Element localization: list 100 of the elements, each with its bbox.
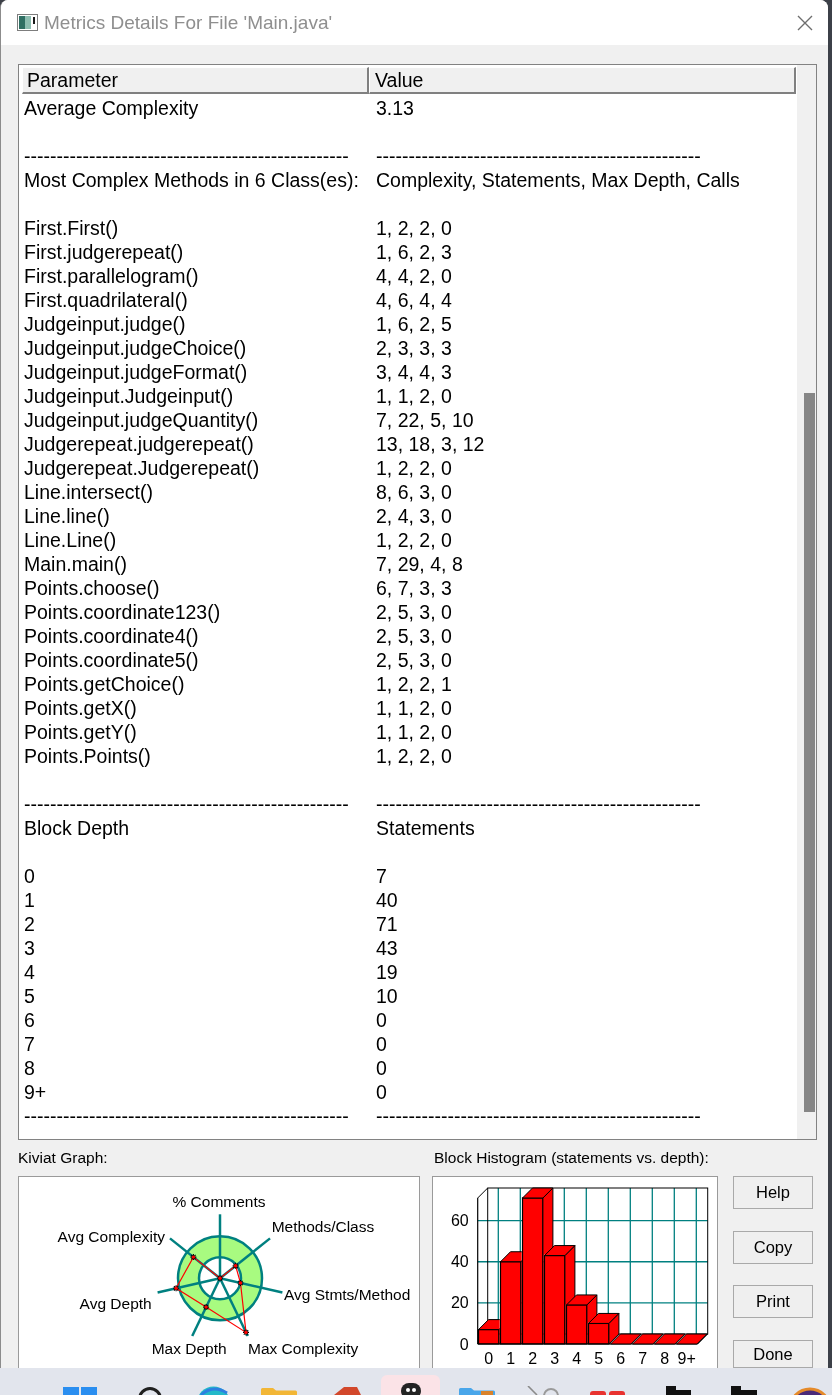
axis-label: Max Complexity [248, 1340, 359, 1357]
axis-label: Methods/Class [271, 1218, 375, 1235]
column-header[interactable]: Parameter [22, 67, 369, 94]
data-point [236, 1279, 245, 1287]
table-cell-text: Judgeinput.judgeQuantity() [24, 408, 260, 432]
table-cell-text: 1 [24, 888, 36, 912]
table-cell-text: 19 [376, 960, 399, 984]
table-cell-text: Points.getX() [24, 696, 138, 720]
dialog-button[interactable]: Done [733, 1339, 813, 1368]
table-cell-text: Line.intersect() [24, 480, 154, 504]
table-cell-text: 8, 6, 3, 0 [376, 480, 453, 504]
table-cell-text: 0 [24, 864, 36, 888]
window-title: Metrics Details For File 'Main.java' [44, 10, 333, 35]
table-cell-text: Points.coordinate123() [24, 600, 222, 624]
table-cell-text: Points.getY() [24, 720, 138, 744]
data-point [242, 1328, 250, 1336]
table-cell-text: First.First() [24, 216, 120, 240]
category-label: 8 [660, 1349, 670, 1367]
table-cell-text: Points.getChoice() [24, 672, 186, 696]
dialog-button[interactable]: Copy [733, 1230, 813, 1264]
category-label: 2 [528, 1349, 538, 1367]
category-label: 7 [638, 1349, 648, 1367]
table-cell-text: 1, 1, 2, 0 [376, 696, 453, 720]
dialog-button[interactable]: Help [733, 1176, 813, 1209]
table-cell-text: 4, 6, 4, 4 [376, 288, 453, 312]
table-cell-text: 1, 2, 2, 0 [376, 216, 453, 240]
table-cell-text: Most Complex Methods in 6 Class(es): [24, 168, 360, 192]
table-cell-text: 2, 5, 3, 0 [376, 624, 453, 648]
table-cell-text: Judgerepeat.judgerepeat() [24, 432, 255, 456]
taskbar-button[interactable] [381, 1375, 440, 1395]
table-cell-text: Judgeinput.Judgeinput() [24, 384, 235, 408]
dialog-button[interactable]: Print [733, 1285, 813, 1318]
table-cell-text: Points.coordinate5() [24, 648, 200, 672]
category-label: 3 [550, 1349, 560, 1367]
table-cell-text: Judgerepeat.Judgerepeat() [24, 456, 261, 480]
folder-icon [459, 1388, 495, 1395]
start-icon [63, 1387, 97, 1395]
table-cell-text: 1, 2, 2, 0 [376, 456, 453, 480]
table-cell-text: -------------------------------------------------- [376, 144, 702, 168]
table-cell-text: First.parallelogram() [24, 264, 200, 288]
table-cell-text: 3, 4, 4, 3 [376, 360, 453, 384]
scrollbar-thumb[interactable] [804, 393, 815, 1112]
table-cell-text: Complexity, Statements, Max Depth, Calls [376, 168, 741, 192]
axis-label: Avg Depth [79, 1295, 152, 1312]
table-cell-text: 3.13 [376, 96, 415, 120]
table-cell-text: Line.line() [24, 504, 111, 528]
axis-label: Avg Stmts/Method [284, 1285, 411, 1303]
table-cell-text: 43 [376, 936, 399, 960]
table-cell-text: Points.Points() [24, 744, 152, 768]
category-label: 4 [572, 1349, 582, 1367]
data-point [189, 1253, 197, 1261]
category-label: 5 [594, 1349, 604, 1367]
table-cell-text: 1, 1, 2, 0 [376, 384, 453, 408]
graph-title: Kiviat Graph: [18, 1149, 108, 1167]
category-label: 9+ [677, 1349, 696, 1367]
table-cell-text: 1, 6, 2, 3 [376, 240, 453, 264]
data-point [216, 1274, 224, 1282]
table-cell-text: Block Depth [24, 816, 131, 840]
table-cell-text: 0 [376, 1032, 388, 1056]
table-cell-text: Main.main() [24, 552, 128, 576]
table-cell-text: 0 [376, 1080, 388, 1104]
axis-label: Avg Complexity [57, 1228, 165, 1245]
table-cell-text: 13, 18, 3, 12 [376, 432, 486, 456]
table-cell-text: 40 [376, 888, 399, 912]
app-icon [731, 1386, 757, 1395]
table-cell-text: 0 [376, 1008, 388, 1032]
table-cell-text: 6, 7, 3, 3 [376, 576, 453, 600]
table-cell-text: 1, 2, 2, 1 [376, 672, 453, 696]
data-point [202, 1303, 210, 1311]
table-cell-text: 7, 22, 5, 10 [376, 408, 475, 432]
table-cell-text: Judgeinput.judge() [24, 312, 187, 336]
table-cell-text: 2 [24, 912, 36, 936]
table-cell-text: -------------------------------------------------- [24, 1104, 350, 1128]
table-cell-text: First.judgerepeat() [24, 240, 185, 264]
table-cell-text: 7, 29, 4, 8 [376, 552, 464, 576]
table-cell-text: 71 [376, 912, 399, 936]
data-point [172, 1284, 180, 1292]
table-cell-text: 2, 4, 3, 0 [376, 504, 453, 528]
folder-icon [261, 1388, 297, 1395]
window-icon [17, 14, 38, 31]
axis-label: % Comments [172, 1192, 266, 1210]
table-cell-text: 1, 2, 2, 0 [376, 528, 453, 552]
app-icon [400, 1383, 421, 1395]
table-cell-text: 4 [24, 960, 36, 984]
table-cell-text: Points.choose() [24, 576, 161, 600]
tick-label: 0 [459, 1335, 469, 1353]
table-cell-text: 2, 5, 3, 0 [376, 648, 453, 672]
table-cell-text: Judgeinput.judgeFormat() [24, 360, 249, 384]
table-cell-text: 0 [376, 1056, 388, 1080]
table-cell-text: Statements [376, 816, 476, 840]
scrollbar[interactable] [797, 65, 816, 1139]
app-icon [666, 1386, 691, 1395]
table-cell-text: Judgeinput.judgeChoice() [24, 336, 248, 360]
table-cell-text: 7 [376, 864, 388, 888]
tick-label: 40 [450, 1253, 469, 1271]
chart-title: Block Histogram (statements vs. depth): [434, 1149, 709, 1167]
table-cell-text: 10 [376, 984, 399, 1008]
table-cell-text: Average Complexity [24, 96, 200, 120]
search-icon [137, 1387, 163, 1395]
column-header[interactable]: Value [369, 67, 796, 94]
